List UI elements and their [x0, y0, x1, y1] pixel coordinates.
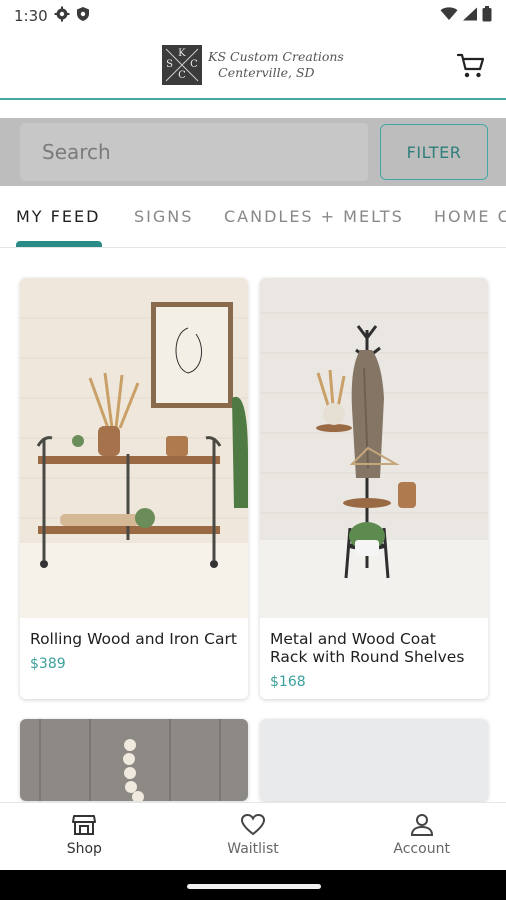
logo-letter-top: K — [178, 48, 186, 59]
shop-icon — [72, 815, 97, 835]
product-card[interactable] — [20, 719, 248, 801]
product-title: Rolling Wood and Iron Cart — [30, 630, 237, 648]
tab-my-feed[interactable]: MY FEED — [16, 207, 100, 226]
product-image — [260, 719, 488, 801]
product-image — [20, 278, 248, 618]
home-gesture-handle[interactable] — [187, 884, 321, 889]
nav-account-label: Account — [393, 841, 450, 857]
search-input[interactable]: Search — [20, 123, 368, 181]
product-price: $168 — [270, 674, 306, 690]
tab-candles-melts[interactable]: CANDLES + MELTS — [224, 207, 404, 226]
active-tab-indicator — [16, 241, 102, 247]
cart-icon — [456, 53, 485, 78]
product-card[interactable]: Metal and Wood Coat Rack with Round Shel… — [260, 278, 488, 699]
app-header: K S C C KS Custom Creations Centerville,… — [0, 32, 506, 100]
battery-icon — [482, 6, 492, 26]
logo-text: KS Custom Creations Centerville, SD — [208, 49, 344, 81]
system-gesture-bar — [0, 870, 506, 900]
nav-shop[interactable]: Shop — [0, 803, 169, 870]
account-icon — [410, 814, 433, 836]
status-bar: 1:30 — [0, 0, 506, 32]
heart-icon — [240, 813, 266, 836]
bottom-navigation: Shop Waitlist Account — [0, 802, 506, 870]
nav-waitlist[interactable]: Waitlist — [169, 803, 338, 870]
signal-icon — [462, 7, 478, 25]
shield-icon — [76, 6, 90, 26]
product-card[interactable] — [260, 719, 488, 801]
logo-letter-left: S — [166, 59, 174, 70]
gear-icon — [54, 6, 70, 26]
nav-shop-label: Shop — [66, 841, 102, 857]
logo-mark: K S C C — [162, 45, 203, 85]
category-tabs: MY FEED SIGNS CANDLES + MELTS HOME C — [0, 188, 506, 248]
filter-button[interactable]: FILTER — [380, 124, 488, 180]
tab-signs[interactable]: SIGNS — [134, 207, 193, 226]
product-image — [260, 278, 488, 618]
search-placeholder: Search — [42, 140, 111, 164]
nav-account[interactable]: Account — [337, 803, 506, 870]
tab-home[interactable]: HOME C — [434, 207, 506, 226]
logo-letter-right: C — [190, 59, 198, 70]
cart-button[interactable] — [456, 50, 486, 80]
product-card[interactable]: Rolling Wood and Iron Cart $389 — [20, 278, 248, 699]
logo-letter-bottom: C — [178, 70, 186, 81]
product-price: $389 — [30, 656, 66, 672]
status-time: 1:30 — [14, 7, 48, 25]
store-logo[interactable]: K S C C KS Custom Creations Centerville,… — [162, 45, 344, 85]
logo-line2: Centerville, SD — [218, 65, 315, 80]
product-image — [20, 719, 248, 801]
logo-line1: KS Custom Creations — [208, 49, 344, 64]
nav-waitlist-label: Waitlist — [227, 841, 279, 857]
search-bar-row: Search FILTER — [0, 118, 506, 186]
wifi-icon — [440, 7, 458, 25]
product-title: Metal and Wood Coat Rack with Round Shel… — [270, 630, 465, 666]
